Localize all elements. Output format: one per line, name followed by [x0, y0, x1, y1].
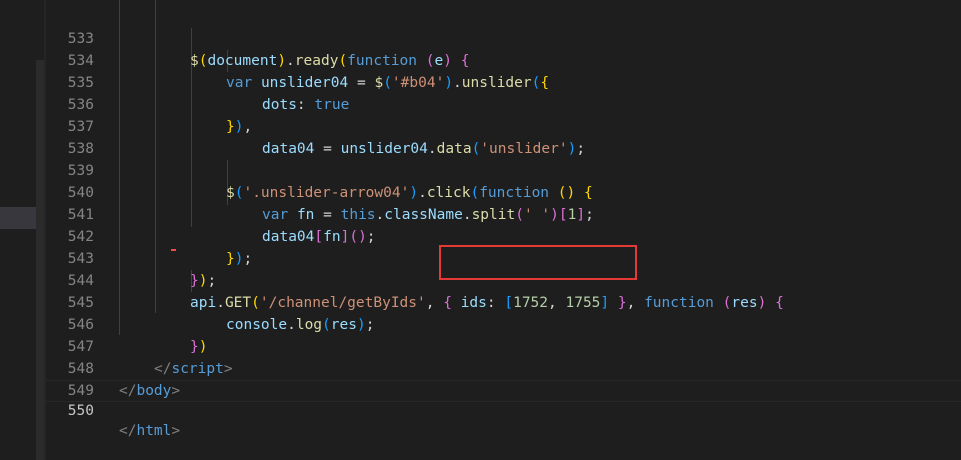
code-line[interactable]: 539 $('.unslider-arrow04').click(functio…: [46, 138, 961, 201]
code-line[interactable]: 534 var unslider04 = $('#b04').unslider(…: [46, 28, 961, 91]
code-line[interactable]: 549: [46, 358, 961, 399]
code-line[interactable]: 536 }),: [46, 72, 961, 135]
code-line[interactable]: 547 </script>: [46, 314, 961, 377]
code-line[interactable]: 537 data04 = unslider04.data('unslider')…: [46, 94, 961, 157]
code-editor[interactable]: 533 $(document).ready(function (e) { 534…: [0, 0, 961, 460]
code-line[interactable]: 538: [46, 116, 961, 157]
code-line[interactable]: 535 dots: true: [46, 50, 961, 113]
code-line[interactable]: 542 });: [46, 204, 961, 267]
highlight-box: [439, 245, 637, 280]
line-number: 550: [67, 403, 94, 419]
panel-scrollbar[interactable]: [36, 60, 44, 460]
code-line[interactable]: 533 $(document).ready(function (e) {: [46, 6, 961, 69]
code-line-current[interactable]: 550 </html>: [46, 380, 961, 439]
code-line[interactable]: 546 }): [46, 292, 961, 355]
change-marker: [171, 249, 176, 251]
code-line[interactable]: 540 var fn = this.className.split(' ')[1…: [46, 160, 961, 223]
code-text: </html>: [119, 423, 181, 439]
code-line[interactable]: 548 </body>: [46, 336, 961, 399]
code-line[interactable]: 541 data04[fn]();: [46, 182, 961, 245]
left-panel-strip: [0, 0, 44, 460]
